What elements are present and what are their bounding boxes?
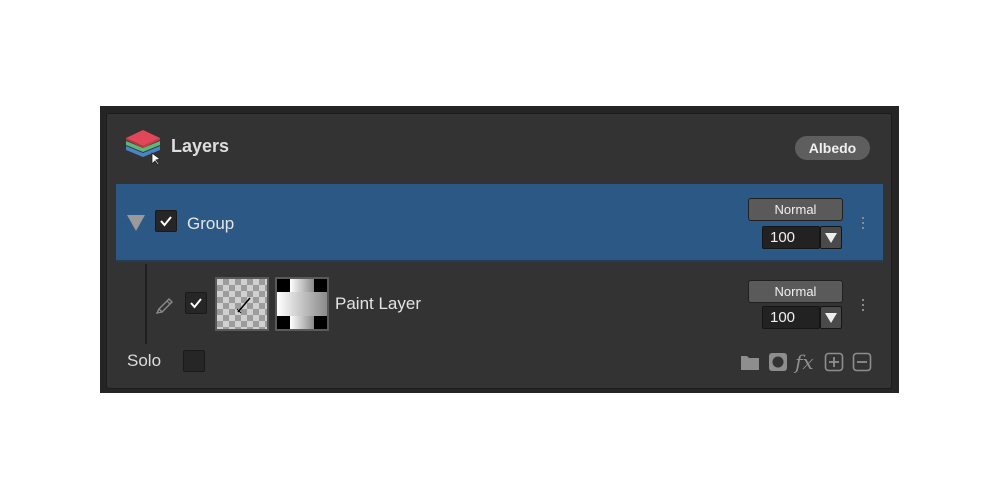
- paint-visibility-checkbox[interactable]: [185, 292, 207, 314]
- group-opacity-field[interactable]: 100: [762, 226, 820, 249]
- paint-blend-mode-button[interactable]: Normal: [748, 280, 843, 303]
- checkmark-icon: [190, 298, 202, 309]
- paint-drag-handle-icon[interactable]: [861, 299, 865, 311]
- mask-icon[interactable]: [768, 352, 788, 372]
- collapse-triangle-icon[interactable]: [127, 215, 145, 231]
- add-icon[interactable]: [824, 352, 844, 372]
- solo-checkbox[interactable]: [183, 350, 205, 372]
- layers-stack-icon: [123, 128, 163, 168]
- solo-label: Solo: [127, 351, 162, 370]
- panel-title: Layers: [171, 136, 230, 156]
- folder-icon[interactable]: [740, 352, 760, 372]
- remove-icon[interactable]: [852, 352, 872, 372]
- paint-opacity-dropdown-icon[interactable]: [820, 306, 842, 329]
- panel-header: Layers Albedo: [107, 114, 891, 182]
- paint-layer-name[interactable]: Paint Layer: [335, 294, 421, 314]
- layers-panel: Layers Albedo Group Normal 100 Paint Lay…: [106, 113, 892, 389]
- group-blend-mode-button[interactable]: Normal: [748, 198, 843, 221]
- layer-content-thumbnail[interactable]: [215, 277, 269, 331]
- layer-row-paint[interactable]: Paint Layer Normal 100: [116, 264, 883, 344]
- group-drag-handle-icon[interactable]: [861, 217, 865, 229]
- checkmark-icon: [160, 216, 172, 227]
- brush-icon[interactable]: [155, 294, 176, 314]
- channel-badge[interactable]: Albedo: [795, 136, 870, 160]
- paint-opacity-field[interactable]: 100: [762, 306, 820, 329]
- layer-row-group[interactable]: Group Normal 100: [116, 184, 883, 262]
- group-opacity-dropdown-icon[interactable]: [820, 226, 842, 249]
- group-layer-name[interactable]: Group: [187, 214, 234, 234]
- layer-mask-thumbnail[interactable]: [275, 277, 329, 331]
- fx-icon[interactable]: fx: [795, 352, 819, 372]
- group-visibility-checkbox[interactable]: [155, 210, 177, 232]
